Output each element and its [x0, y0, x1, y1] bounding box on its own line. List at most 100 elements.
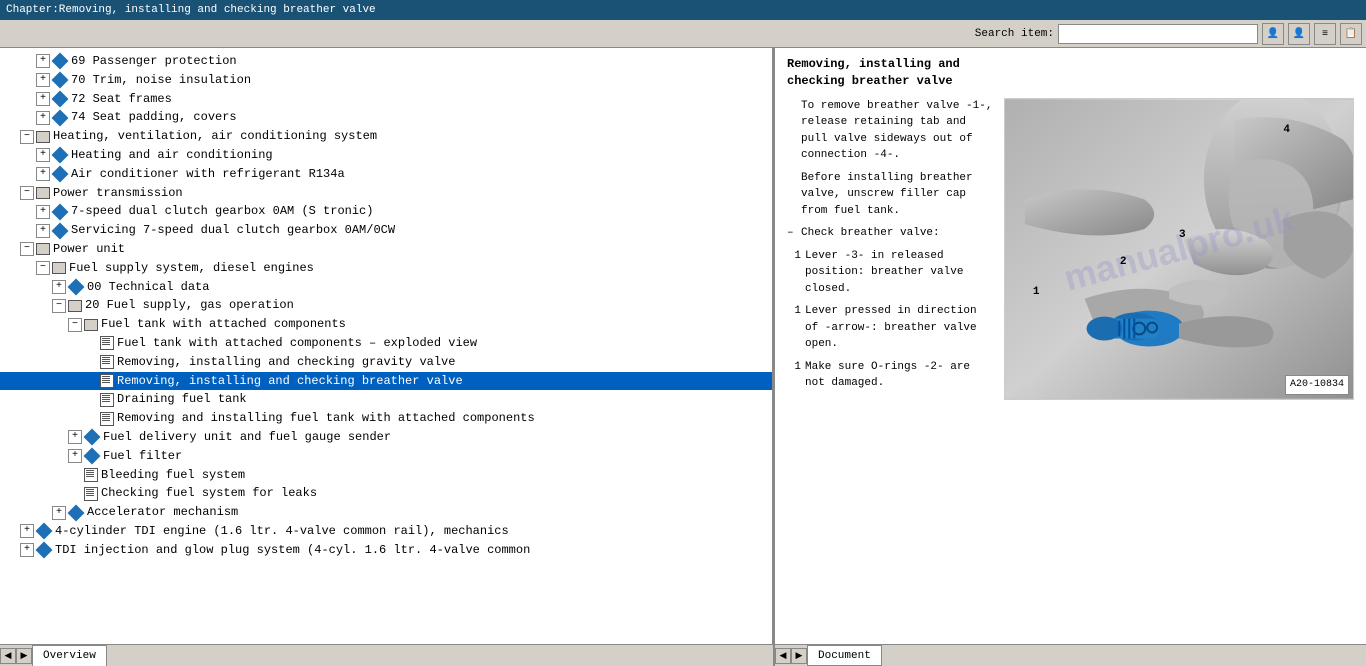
expand-icon[interactable]: + [20, 543, 34, 557]
expand-icon[interactable]: + [36, 92, 50, 106]
tree-item[interactable]: Removing, installing and checking breath… [0, 372, 772, 391]
tree-item[interactable]: + Servicing 7-speed dual clutch gearbox 0… [0, 221, 772, 240]
expand-icon[interactable]: + [52, 506, 66, 520]
tab-overview[interactable]: Overview [32, 645, 107, 666]
img-num-3: 3 [1179, 228, 1186, 243]
blue-diamond-icon [52, 166, 69, 183]
expand-icon[interactable]: + [36, 148, 50, 162]
tree-item[interactable]: −20 Fuel supply, gas operation [0, 296, 772, 315]
expand-icon[interactable]: + [36, 111, 50, 125]
tree-item[interactable]: Bleeding fuel system [0, 466, 772, 485]
blue-diamond-icon [52, 147, 69, 164]
doc-icon [100, 412, 114, 426]
expand-icon[interactable]: + [20, 524, 34, 538]
left-panel: +69 Passenger protection+70 Trim, noise … [0, 48, 775, 644]
tree-item[interactable]: +74 Seat padding, covers [0, 108, 772, 127]
tree-item[interactable]: −Fuel supply system, diesel engines [0, 259, 772, 278]
tree-item[interactable]: +Fuel delivery unit and fuel gauge sende… [0, 428, 772, 447]
expand-icon[interactable]: − [20, 242, 34, 256]
tree-item[interactable]: +4-cylinder TDI engine (1.6 ltr. 4-valve… [0, 522, 772, 541]
tree-item-label: Power transmission [53, 185, 183, 202]
expand-icon[interactable]: + [68, 430, 82, 444]
tree-item[interactable]: Fuel tank with attached components – exp… [0, 334, 772, 353]
expand-icon[interactable]: + [36, 54, 50, 68]
content-body: To remove breather valve -1-, release re… [787, 98, 1354, 400]
title-text: Chapter:Removing, installing and checkin… [6, 4, 376, 16]
tree-item-label: Servicing 7-speed dual clutch gearbox 0A… [71, 222, 395, 239]
tree-item[interactable]: +70 Trim, noise insulation [0, 71, 772, 90]
tree-item[interactable]: Removing, installing and checking gravit… [0, 353, 772, 372]
blue-diamond-icon [52, 53, 69, 70]
step-1: To remove breather valve -1-, release re… [787, 98, 994, 164]
tree-item[interactable]: − Power transmission [0, 184, 772, 203]
status-scroll-right[interactable]: ▶ [16, 648, 32, 664]
status-nav-right[interactable]: ▶ [791, 648, 807, 664]
status-bar: ◀ ▶ Overview ◀ ▶ Document [0, 644, 1366, 666]
status-scroll-left[interactable]: ◀ [0, 648, 16, 664]
expand-icon[interactable]: + [36, 167, 50, 181]
doc-icon [100, 336, 114, 350]
tree-item-label: 69 Passenger protection [71, 53, 237, 70]
expand-icon[interactable]: + [52, 280, 66, 294]
tree-item[interactable]: − Heating, ventilation, air conditioning … [0, 127, 772, 146]
search-label: Search item: [975, 28, 1054, 40]
tab-document[interactable]: Document [807, 645, 882, 666]
tree-item-label: Air conditioner with refrigerant R134a [71, 166, 345, 183]
tree-item[interactable]: Removing and installing fuel tank with a… [0, 409, 772, 428]
tree-item-label: Power unit [53, 241, 125, 258]
doc-icon [100, 393, 114, 407]
expand-icon[interactable]: − [52, 299, 66, 313]
tree-item-label: Heating, ventilation, air conditioning s… [53, 128, 377, 145]
toolbar-btn-1[interactable]: 👤 [1262, 23, 1284, 45]
doc-icon [100, 355, 114, 369]
tree-item[interactable]: +7-speed dual clutch gearbox 0AM (S tron… [0, 202, 772, 221]
tree-item-label: Bleeding fuel system [101, 467, 245, 484]
status-nav-left[interactable]: ◀ [775, 648, 791, 664]
expand-icon[interactable]: − [36, 261, 50, 275]
expand-icon[interactable]: − [20, 186, 34, 200]
step-4: 1 Lever pressed in direction of -arrow-:… [787, 303, 994, 353]
tree-item[interactable]: +Heating and air conditioning [0, 146, 772, 165]
img-num-1: 1 [1033, 285, 1040, 300]
img-num-2: 2 [1120, 255, 1127, 270]
blue-diamond-icon [68, 278, 85, 295]
tree-item[interactable]: Checking fuel system for leaks [0, 484, 772, 503]
toolbar: Search item: 👤 👤 ≡ 📋 [0, 20, 1366, 48]
tree-item-label: 4-cylinder TDI engine (1.6 ltr. 4-valve … [55, 523, 509, 540]
toolbar-btn-4[interactable]: 📋 [1340, 23, 1362, 45]
title-bar: Chapter:Removing, installing and checkin… [0, 0, 1366, 20]
tree-container[interactable]: +69 Passenger protection+70 Trim, noise … [0, 48, 772, 644]
tree-item-label: 74 Seat padding, covers [71, 109, 237, 126]
blue-diamond-icon [52, 72, 69, 89]
tree-item-label: Draining fuel tank [117, 391, 247, 408]
image-label: A20-10834 [1285, 375, 1349, 395]
toolbar-btn-3[interactable]: ≡ [1314, 23, 1336, 45]
toolbar-btn-2[interactable]: 👤 [1288, 23, 1310, 45]
tree-item[interactable]: +69 Passenger protection [0, 52, 772, 71]
tree-item[interactable]: −Fuel tank with attached components [0, 315, 772, 334]
tree-item[interactable]: Draining fuel tank [0, 390, 772, 409]
tree-item-label: 70 Trim, noise insulation [71, 72, 251, 89]
expand-icon[interactable]: + [36, 73, 50, 87]
tree-item[interactable]: +Fuel filter [0, 447, 772, 466]
tree-item[interactable]: + TDI injection and glow plug system (4-c… [0, 541, 772, 560]
expand-icon[interactable]: + [36, 205, 50, 219]
content-image: manualpro.uk 1 2 3 4 A20-10834 [1004, 98, 1354, 400]
tree-item[interactable]: + Accelerator mechanism [0, 503, 772, 522]
tree-item-label: TDI injection and glow plug system (4-cy… [55, 542, 530, 559]
tree-item[interactable]: +00 Technical data [0, 278, 772, 297]
tree-item-label: Removing, installing and checking gravit… [117, 354, 455, 371]
expand-icon[interactable]: + [36, 224, 50, 238]
tree-item[interactable]: + Air conditioner with refrigerant R134a [0, 165, 772, 184]
tree-item-label: 7-speed dual clutch gearbox 0AM (S troni… [71, 203, 373, 220]
expand-icon[interactable]: − [20, 130, 34, 144]
tree-item-label: Accelerator mechanism [87, 504, 238, 521]
expand-icon[interactable]: − [68, 318, 82, 332]
tree-item[interactable]: +72 Seat frames [0, 90, 772, 109]
blue-diamond-icon [68, 504, 85, 521]
blue-diamond-icon [52, 222, 69, 239]
tree-item[interactable]: − Power unit [0, 240, 772, 259]
search-input[interactable] [1058, 24, 1258, 44]
content-text: To remove breather valve -1-, release re… [787, 98, 994, 400]
expand-icon[interactable]: + [68, 449, 82, 463]
